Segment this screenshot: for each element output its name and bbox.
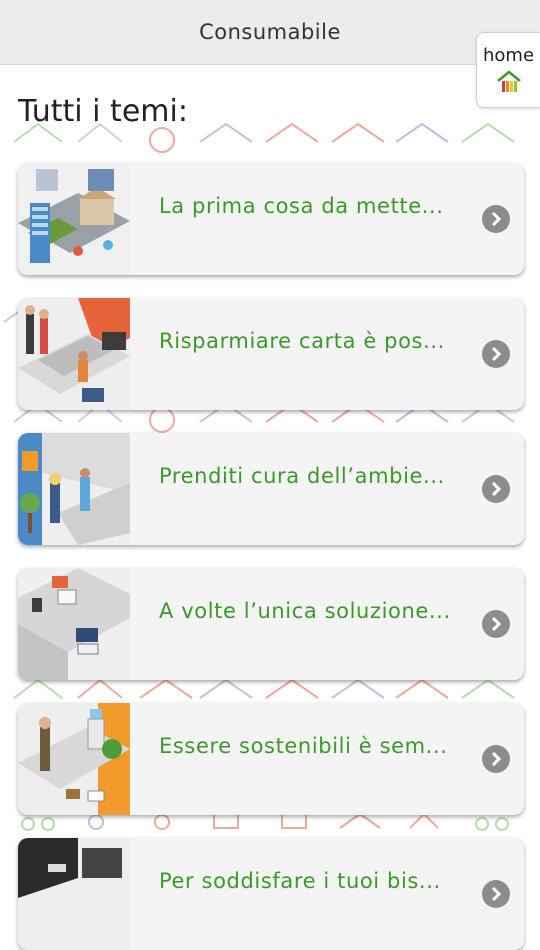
theme-label-6: Per soddisfare i tuoi bis... (159, 869, 441, 893)
top-bar: Consumabile (0, 0, 540, 65)
office-water-cooler-illustration (18, 703, 130, 815)
theme-label-2: Risparmiare carta è pos... (159, 329, 445, 353)
office-desk-illustration (18, 568, 130, 680)
theme-card-1[interactable]: La prima cosa da mette... (18, 163, 524, 275)
chevron-right-icon (482, 880, 510, 908)
chevron-right-icon (482, 340, 510, 368)
theme-label-4: A volte l’unica soluzione... (159, 599, 451, 623)
chevron-right-icon (482, 475, 510, 503)
chevron-right-icon (482, 205, 510, 233)
theme-card-5[interactable]: Essere sostenibili è sem... (18, 703, 524, 815)
home-button[interactable]: home (476, 32, 540, 108)
chevron-right-icon (482, 610, 510, 638)
home-label: home (482, 45, 535, 66)
theme-card-4[interactable]: A volte l’unica soluzione... (18, 568, 524, 680)
theme-card-2[interactable]: Risparmiare carta è pos... (18, 298, 524, 410)
theme-card-3[interactable]: Prenditi cura dell’ambie... (18, 433, 524, 545)
chevron-right-icon (482, 745, 510, 773)
office-printer-illustration (18, 298, 130, 410)
office-people-illustration (18, 433, 130, 545)
theme-card-6[interactable]: Per soddisfare i tuoi bis... (18, 838, 524, 950)
theme-label-1: La prima cosa da mette... (159, 194, 444, 218)
page-title: Consumabile (199, 20, 341, 44)
theme-label-5: Essere sostenibili è sem... (159, 734, 448, 758)
city-buildings-illustration (18, 163, 130, 275)
home-icon (496, 70, 521, 92)
section-title: Tutti i temi: (18, 94, 188, 129)
office-dark-illustration (18, 838, 130, 950)
theme-label-3: Prenditi cura dell’ambie... (159, 464, 445, 488)
